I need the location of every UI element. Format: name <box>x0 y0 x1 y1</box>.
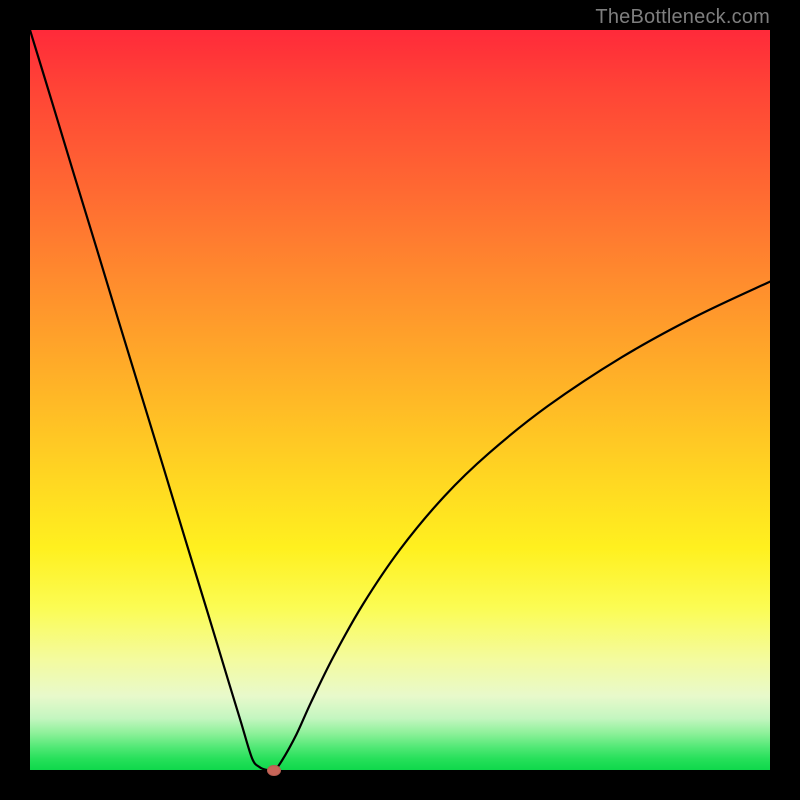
curve-path <box>30 30 770 770</box>
watermark-text: TheBottleneck.com <box>595 6 770 29</box>
chart-frame: TheBottleneck.com <box>0 0 800 800</box>
bottleneck-curve <box>30 30 770 770</box>
plot-area <box>30 30 770 770</box>
minimum-marker <box>267 765 281 776</box>
